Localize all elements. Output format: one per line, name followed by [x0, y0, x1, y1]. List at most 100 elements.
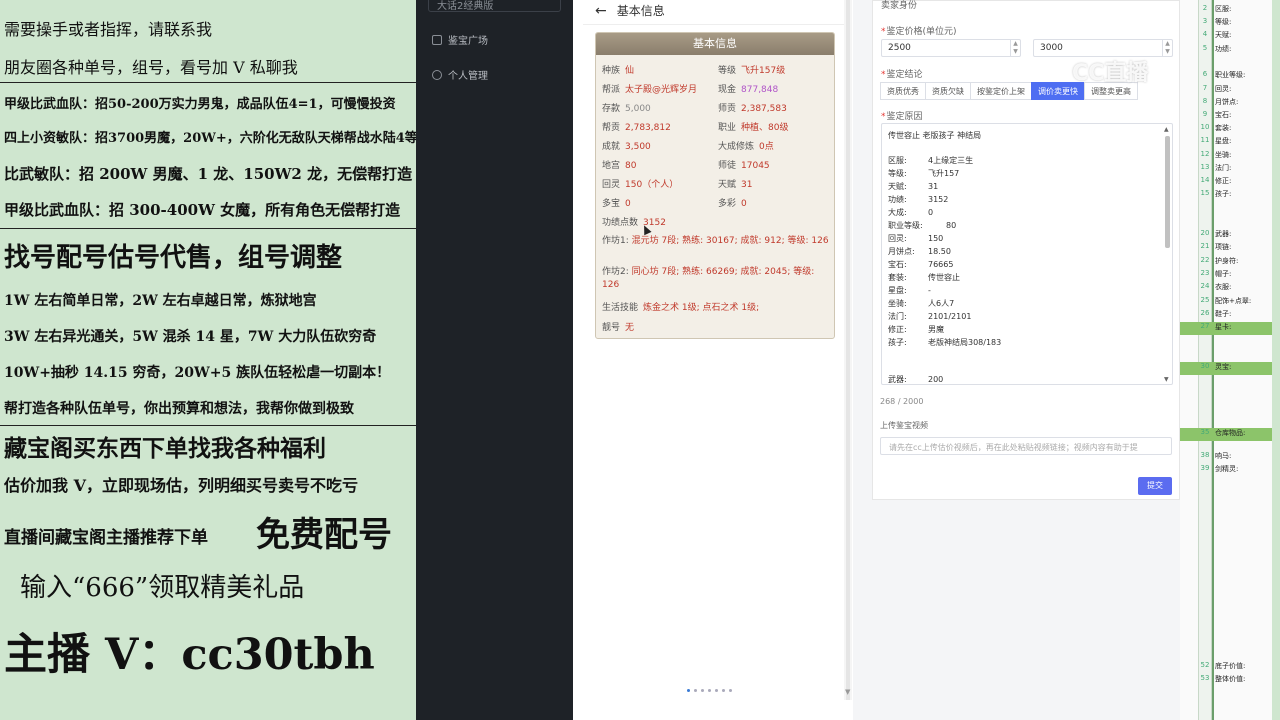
sheet-row[interactable]: 5 功绩:	[1180, 44, 1280, 57]
divider	[0, 425, 416, 426]
scrollbar-thumb[interactable]	[1165, 136, 1170, 248]
sheet-row[interactable]: 52 底子价值:	[1180, 661, 1280, 674]
upload-label: 上传鉴宝视频	[880, 421, 928, 430]
info-field: 多彩 0	[718, 199, 747, 209]
sheet-row[interactable]: 13 法门:	[1180, 163, 1280, 176]
sheet-row[interactable]: 53 整体价值:	[1180, 674, 1280, 687]
row-number: 9	[1202, 110, 1208, 118]
sheet-row[interactable]: 21 项链:	[1180, 242, 1280, 255]
option-excellent[interactable]: 资质优秀	[880, 82, 926, 100]
row-number: 5	[1202, 44, 1208, 52]
reason-line: 等级: 飞升157	[888, 169, 960, 178]
cell-label: 仓库物品:	[1215, 429, 1246, 437]
row-number: 35	[1200, 428, 1210, 436]
carousel-dot[interactable]	[701, 689, 704, 692]
option-lacking[interactable]: 资质欠缺	[925, 82, 971, 100]
reason-line: 天赋: 31	[888, 182, 939, 191]
back-arrow-icon[interactable]: ←	[595, 3, 607, 19]
cell-label: 天赋:	[1215, 31, 1232, 39]
promo-line: 比武敏队：招 200W 男魔、1 龙、150W2 龙，无偿帮打造	[4, 165, 413, 183]
reason-textarea[interactable]: 传世容止 老版孩子 神结局 区服: 4上缘定三生 等级: 飞升157 天赋: 31 功…	[881, 123, 1173, 385]
scroll-up-icon[interactable]: ▲	[1164, 126, 1169, 133]
main-scrollbar[interactable]: ▼	[844, 0, 852, 700]
sheet-row[interactable]: 8 月饼点:	[1180, 97, 1280, 110]
sheet-row[interactable]: 11 星盘:	[1180, 136, 1280, 149]
info-field: 地宫 80	[602, 161, 637, 171]
cell-label: 宝石:	[1215, 111, 1232, 119]
sheet-row[interactable]: 22 护身符:	[1180, 256, 1280, 269]
sidebar-item-label: 个人管理	[448, 71, 488, 82]
cell-label: 鞋子:	[1215, 310, 1232, 318]
carousel-dot[interactable]	[687, 689, 690, 692]
row-number: 14	[1200, 176, 1210, 184]
carousel-dots[interactable]	[687, 689, 732, 692]
carousel-dot[interactable]	[729, 689, 732, 692]
char-counter: 268 / 2000	[880, 397, 924, 406]
sheet-row[interactable]: 2 区服:	[1180, 4, 1280, 17]
reason-line: 套装: 传世容止	[888, 273, 960, 282]
carousel-dot[interactable]	[722, 689, 725, 692]
cell-label: 回灵:	[1215, 85, 1232, 93]
divider	[0, 228, 416, 229]
cc-watermark: CC直播	[1072, 61, 1149, 86]
promo-line: 10W+抽秒 14.15 穷奇，20W+5 族队伍轻松虐一切副本！	[4, 365, 391, 381]
promo-line: 朋友圈各种单号，组号，看号加 V 私聊我	[4, 58, 298, 77]
price-min-input[interactable]: 2500 ▲ ▼	[881, 39, 1021, 57]
carousel-dot[interactable]	[715, 689, 718, 692]
promo-line: 找号配号估号代售，组号调整	[4, 243, 343, 273]
promo-line: 需要操手或者指挥，请联系我	[4, 20, 213, 39]
sheet-row[interactable]: 12 坐骑:	[1180, 150, 1280, 163]
stepper[interactable]: ▲ ▼	[1010, 40, 1020, 56]
stepper[interactable]: ▲ ▼	[1162, 40, 1172, 56]
submit-button[interactable]: 提交	[1138, 477, 1172, 495]
carousel-dot[interactable]	[694, 689, 697, 692]
conclusion-label: *鉴定结论	[881, 70, 923, 80]
info-field: 现金 877,848	[718, 85, 779, 95]
sheet-row[interactable]: 23 帽子:	[1180, 269, 1280, 282]
info-field: 师徒 17045	[718, 161, 770, 171]
option-list-at-price[interactable]: 按鉴定价上架	[970, 82, 1032, 100]
sheet-row[interactable]: 4 天赋:	[1180, 30, 1280, 43]
sheet-row[interactable]: 38 响马:	[1180, 451, 1280, 464]
sheet-row[interactable]: 9 宝石:	[1180, 110, 1280, 123]
sidebar-item-personal-management[interactable]: 个人管理	[432, 67, 488, 82]
appraisal-form-panel: 卖家身份 *鉴定价格(单位元) 2500 ▲ ▼ 3000 ▲ ▼ *鉴定结论 资质…	[853, 0, 1180, 720]
sheet-row[interactable]: 39 剑精灵:	[1180, 464, 1280, 477]
sheet-row[interactable]: 14 修正:	[1180, 176, 1280, 189]
video-link-input[interactable]: 请先在cc上传估价视频后，再在此处粘贴视频链接；视频内容有助于提	[880, 437, 1172, 455]
game-version-select[interactable]: 大话2经典版	[428, 0, 561, 12]
sheet-row[interactable]: 26 鞋子:	[1180, 309, 1280, 322]
info-field: 存款 5,000	[602, 104, 651, 114]
promo-line: 1W 左右简单日常，2W 左右卓越日常，炼狱地宫	[4, 293, 317, 309]
row-number: 24	[1200, 282, 1210, 290]
sheet-row[interactable]: 3 等级:	[1180, 17, 1280, 30]
scroll-down-icon[interactable]: ▼	[1164, 376, 1169, 383]
sidebar-item-appraisal-plaza[interactable]: 鉴宝广场	[432, 32, 488, 47]
row-number: 13	[1200, 163, 1210, 171]
sheet-row[interactable]: 7 回灵:	[1180, 84, 1280, 97]
sheet-row[interactable]: 6 职业等级:	[1180, 70, 1280, 83]
reason-line: 法门: 2101/2101	[888, 312, 972, 321]
promo-line: 3W 左右异光通关，5W 混杀 14 星，7W 大力队伍砍穷奇	[4, 329, 377, 345]
scrollbar-thumb[interactable]	[846, 0, 850, 700]
info-field: 帮贡 2,783,812	[602, 123, 671, 133]
main-panel: ← 基本信息 基本信息 种族仙 等级 飞升157级 帮派 太子殿@光辉岁月 现金 87…	[573, 0, 853, 720]
sheet-row[interactable]: 30 灵宝:	[1180, 362, 1280, 375]
screen: 需要操手或者指挥，请联系我 朋友圈各种单号，组号，看号加 V 私聊我 甲级比武血…	[0, 0, 1280, 720]
cell-label: 护身符:	[1215, 257, 1239, 265]
row-number: 6	[1202, 70, 1208, 78]
row-number: 39	[1200, 464, 1210, 472]
sheet-row[interactable]: 24 衣服:	[1180, 282, 1280, 295]
cell-label: 底子价值:	[1215, 662, 1246, 670]
sheet-row[interactable]: 20 武器:	[1180, 229, 1280, 242]
cell-label: 坐骑:	[1215, 151, 1232, 159]
sheet-row[interactable]: 25 配饰+点翠:	[1180, 296, 1280, 309]
sheet-row[interactable]: 27 星卡:	[1180, 322, 1280, 335]
scroll-down-icon[interactable]: ▼	[845, 688, 850, 696]
promo-line: 帮打造各种队伍单号，你出预算和想法，我帮你做到极致	[4, 401, 354, 417]
sheet-row[interactable]: 15 孩子:	[1180, 189, 1280, 202]
sheet-row[interactable]: 10 套装:	[1180, 123, 1280, 136]
sheet-row[interactable]: 35 仓库物品:	[1180, 428, 1280, 441]
carousel-dot[interactable]	[708, 689, 711, 692]
textarea-scrollbar[interactable]: ▲ ▼	[1164, 126, 1171, 384]
